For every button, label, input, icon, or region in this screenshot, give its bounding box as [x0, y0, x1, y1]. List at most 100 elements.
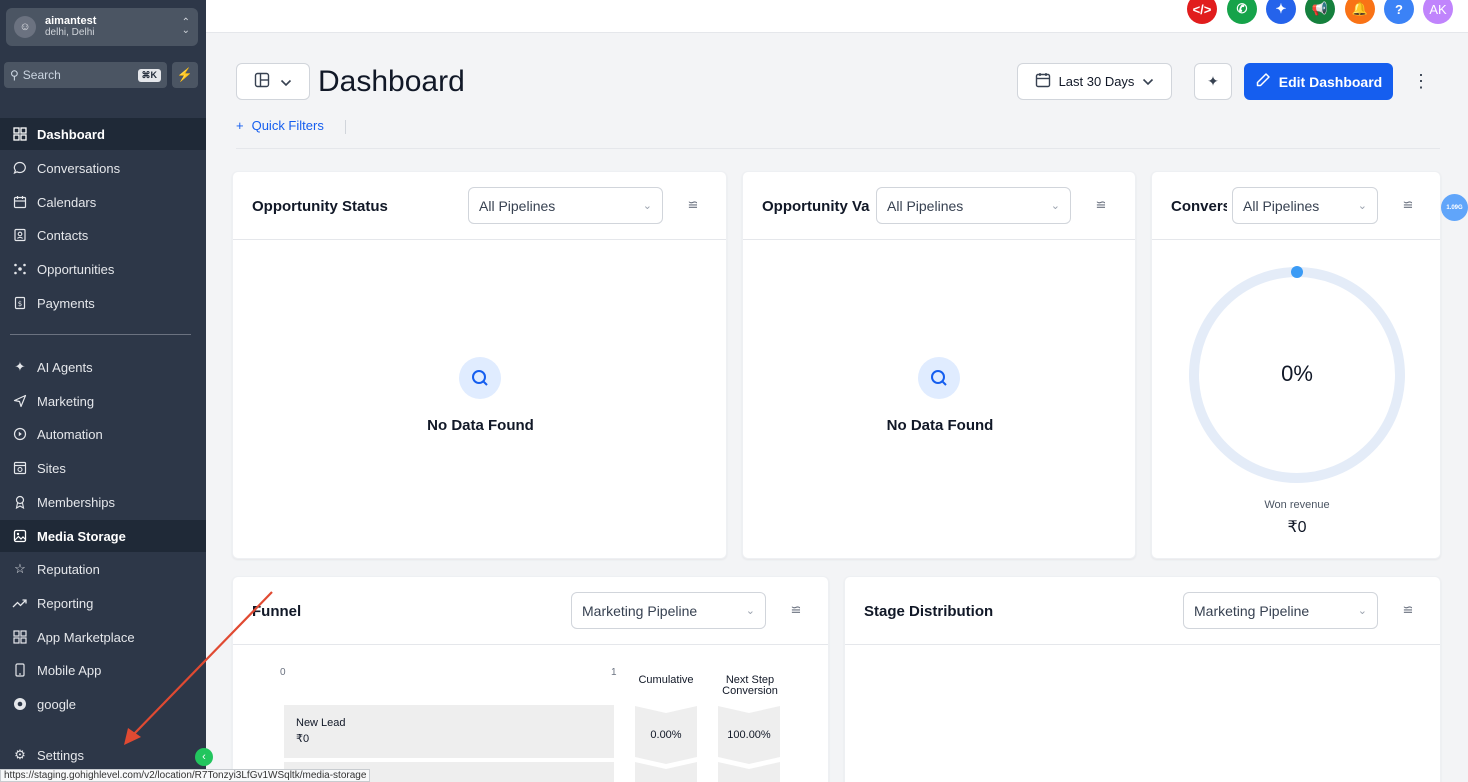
account-name: aimantest [45, 15, 97, 27]
pipeline-select-value: Marketing Pipeline [582, 602, 698, 619]
quick-action-bolt-icon[interactable]: ⚡ [172, 62, 198, 88]
memberships-icon [11, 493, 29, 511]
card-title: Opportunity Status [252, 198, 388, 215]
trend-icon [11, 594, 29, 612]
pipeline-select[interactable]: All Pipelines ⌄ [876, 187, 1071, 224]
funnel-axis-max: 1 [611, 667, 617, 678]
chevron-down-icon [1142, 74, 1154, 89]
plus-icon: + [236, 118, 244, 133]
top-bar: </> ✆ ✦ 📢 🔔 ? AK [206, 0, 1468, 33]
sidebar-item-label: Marketing [37, 393, 95, 409]
sidebar-item-ai-agents[interactable]: ✦ AI Agents [0, 351, 206, 383]
empty-state-text: No Data Found [886, 417, 994, 434]
sidebar-item-memberships[interactable]: Memberships [0, 486, 206, 518]
account-location: delhi, Delhi [45, 27, 95, 38]
filter-settings-icon[interactable]: ≌ [788, 602, 804, 618]
sidebar-item-label: google [37, 696, 77, 712]
funnel-card: Funnel Marketing Pipeline ⌄ ≌ 0 1 Cumula… [232, 576, 829, 782]
funnel-next-step-cell: 100.00% [718, 706, 780, 764]
search-icon [918, 357, 960, 399]
page-title: Dashboard [318, 65, 465, 98]
help-icon[interactable]: ? [1384, 0, 1414, 24]
sidebar-item-conversations[interactable]: Conversations [0, 152, 206, 184]
won-revenue-value: ₹0 [1287, 519, 1307, 536]
more-options-icon[interactable]: ⋮ [1410, 66, 1432, 96]
search-placeholder: Search [22, 68, 61, 82]
sidebar-item-reputation[interactable]: ☆ Reputation [0, 553, 206, 585]
card-title: Opportunity Value [762, 198, 870, 215]
pipeline-select[interactable]: Marketing Pipeline ⌄ [1183, 592, 1378, 629]
chevron-updown-icon: ⌃ ⌄ [181, 17, 190, 36]
edit-dashboard-button[interactable]: Edit Dashboard [1244, 63, 1393, 100]
bell-icon[interactable]: 🔔 [1345, 0, 1375, 24]
search-input[interactable]: ⚲ Search ⌘K [4, 62, 167, 88]
memory-usage-badge[interactable]: 1.09G [1441, 194, 1468, 221]
user-avatar[interactable]: AK [1423, 0, 1453, 24]
filter-settings-icon[interactable]: ≌ [1400, 197, 1416, 213]
sidebar-collapse-button[interactable]: ‹ [195, 748, 213, 766]
date-range-button[interactable]: Last 30 Days [1017, 63, 1172, 100]
pipeline-select-value: All Pipelines [887, 197, 964, 214]
chevron-down-icon: ⌄ [745, 605, 755, 617]
funnel-cumulative-cell: 0.00% [635, 706, 697, 764]
google-icon [11, 695, 29, 713]
sidebar-item-marketing[interactable]: Marketing [0, 385, 206, 417]
sparkle-icon: ✦ [1207, 73, 1219, 89]
ring-progress-marker [1291, 266, 1303, 278]
sidebar-item-reporting[interactable]: Reporting [0, 587, 206, 619]
sidebar-item-google[interactable]: google [0, 688, 206, 720]
pipeline-select[interactable]: All Pipelines ⌄ [468, 187, 663, 224]
code-icon[interactable]: </> [1187, 0, 1217, 24]
date-range-label: Last 30 Days [1058, 74, 1135, 89]
empty-state-text: No Data Found [427, 417, 534, 434]
svg-text:$: $ [18, 300, 22, 308]
sidebar-item-sites[interactable]: Sites [0, 452, 206, 484]
sidebar-item-app-marketplace[interactable]: App Marketplace [0, 621, 206, 653]
sidebar-item-dashboard[interactable]: Dashboard [0, 118, 206, 150]
star-icon: ☆ [14, 561, 26, 576]
cumulative-header: Cumulative [638, 674, 694, 686]
sidebar-item-media-storage[interactable]: Media Storage [0, 520, 206, 552]
ai-sparkle-icon[interactable]: ✦ [1266, 0, 1296, 24]
opportunities-icon [11, 260, 29, 278]
layout-toggle-button[interactable] [236, 63, 310, 100]
mobile-icon [11, 661, 29, 679]
sidebar-divider [10, 334, 191, 335]
sidebar-item-automation[interactable]: Automation [0, 418, 206, 450]
card-title: Stage Distribution [864, 603, 994, 620]
conversion-rate-card: Conversion Rate All Pipelines ⌄ ≌ 0% Won… [1151, 171, 1441, 559]
opportunity-value-card: Opportunity Value All Pipelines ⌄ ≌ No D… [742, 171, 1136, 559]
sidebar-item-mobile-app[interactable]: Mobile App [0, 654, 206, 686]
sidebar-item-label: Settings [37, 747, 84, 763]
chat-icon [11, 159, 29, 177]
account-switcher[interactable]: ☺ aimantest delhi, Delhi ⌃ ⌄ [6, 8, 198, 46]
filter-settings-icon[interactable]: ≌ [1093, 197, 1109, 213]
phone-icon[interactable]: ✆ [1227, 0, 1257, 24]
card-header: Funnel Marketing Pipeline ⌄ ≌ [233, 577, 828, 645]
ai-assist-button[interactable]: ✦ [1194, 63, 1232, 100]
pipeline-select[interactable]: Marketing Pipeline ⌄ [571, 592, 766, 629]
quick-filters-link[interactable]: + Quick Filters [236, 118, 324, 133]
sidebar-item-label: Mobile App [37, 662, 102, 678]
sidebar-item-label: Reporting [37, 595, 94, 611]
apps-icon [11, 628, 29, 646]
filter-settings-icon[interactable]: ≌ [685, 197, 701, 213]
calendar-icon [11, 193, 29, 211]
sidebar-item-contacts[interactable]: Contacts [0, 219, 206, 251]
sidebar-item-label: Memberships [37, 494, 116, 510]
send-icon [11, 392, 29, 410]
sidebar-item-payments[interactable]: $ Payments [0, 287, 206, 319]
quick-filters-label: Quick Filters [251, 118, 324, 133]
sidebar-item-calendars[interactable]: Calendars [0, 186, 206, 218]
sidebar-item-opportunities[interactable]: Opportunities [0, 253, 206, 285]
chevron-down-icon: ⌄ [1357, 200, 1367, 212]
funnel-axis-min: 0 [280, 667, 286, 678]
megaphone-icon[interactable]: 📢 [1305, 0, 1335, 24]
sidebar-item-settings[interactable]: ⚙ Settings [0, 739, 206, 771]
account-info: aimantest delhi, Delhi [45, 15, 182, 39]
filter-settings-icon[interactable]: ≌ [1400, 602, 1416, 618]
pipeline-select[interactable]: All Pipelines ⌄ [1232, 187, 1378, 224]
funnel-cumulative-cell [635, 762, 697, 782]
card-header: Opportunity Status All Pipelines ⌄ ≌ [233, 172, 726, 240]
search-shortcut: ⌘K [137, 68, 161, 82]
